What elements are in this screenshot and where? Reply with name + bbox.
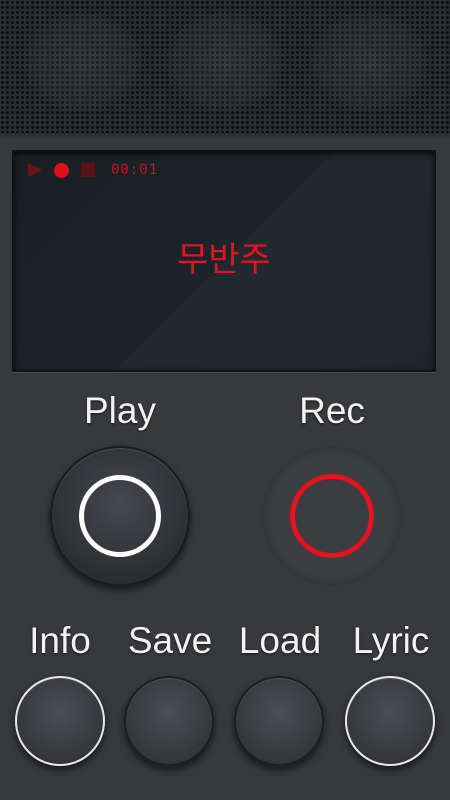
lyric-button[interactable] bbox=[345, 676, 435, 766]
elapsed-timer: 00:01 bbox=[111, 162, 159, 178]
info-label: Info bbox=[29, 620, 91, 661]
circle-icon bbox=[79, 475, 161, 557]
status-row: 00:01 bbox=[28, 160, 158, 180]
play-button[interactable] bbox=[50, 446, 190, 586]
speaker-cone bbox=[310, 12, 428, 112]
record-ring-icon bbox=[290, 474, 374, 558]
record-button[interactable] bbox=[262, 446, 402, 586]
lcd-display: 00:01 무반주 bbox=[12, 150, 436, 372]
info-button[interactable] bbox=[15, 676, 105, 766]
stop-icon bbox=[81, 163, 95, 177]
load-label: Load bbox=[238, 620, 322, 661]
save-button[interactable] bbox=[124, 676, 214, 766]
speaker-shadow bbox=[0, 133, 450, 141]
speaker-cone bbox=[166, 12, 284, 112]
track-title: 무반주 bbox=[177, 240, 271, 280]
rec-label: Rec bbox=[299, 390, 365, 431]
save-label: Save bbox=[127, 620, 213, 661]
lyric-label: Lyric bbox=[352, 620, 430, 661]
load-button[interactable] bbox=[234, 676, 324, 766]
speaker-cone bbox=[24, 12, 142, 112]
speaker-grille bbox=[0, 0, 450, 135]
play-label: Play bbox=[84, 390, 156, 431]
record-icon bbox=[54, 162, 69, 178]
play-icon bbox=[28, 163, 42, 177]
